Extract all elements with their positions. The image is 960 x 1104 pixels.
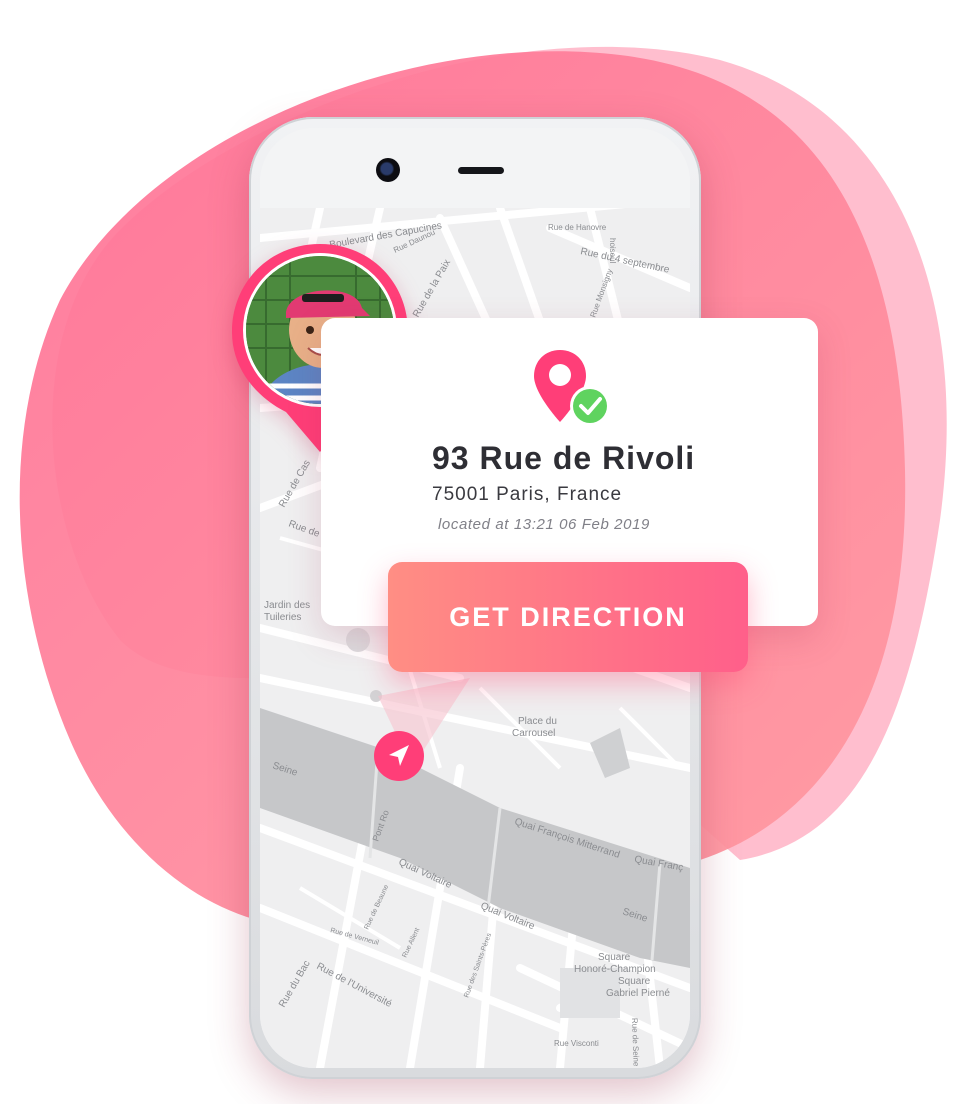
camera-icon (376, 158, 400, 182)
map-label-rue-visconti: Rue Visconti (554, 1039, 599, 1048)
location-city: 75001 Paris, France (432, 484, 623, 505)
map-label-choiseul: hoiseul (608, 238, 617, 264)
map-label-rue-hanovre: Rue de Hanovre (548, 223, 607, 232)
phone-top-bar (260, 128, 690, 208)
location-timestamp: located at 13:21 06 Feb 2019 (438, 516, 650, 533)
get-direction-button[interactable]: GET DIRECTION (388, 562, 748, 672)
map-label-place-carrousel: Place du Carrousel (512, 716, 557, 739)
map-label-rue-seine: Rue de Seine (630, 1018, 641, 1067)
speaker-icon (458, 167, 504, 174)
location-address: 93 Rue de Rivoli (432, 440, 696, 476)
location-pin-check-icon (534, 350, 610, 426)
navigation-arrow-icon[interactable] (373, 730, 425, 782)
